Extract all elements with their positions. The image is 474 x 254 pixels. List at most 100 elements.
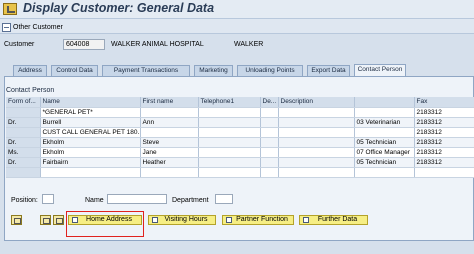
table-cell[interactable]: 07 Office Manager — [354, 147, 415, 158]
table-cell[interactable] — [260, 117, 279, 128]
table-row[interactable]: *GENERAL PET* 2183312 — [6, 107, 474, 118]
table-cell[interactable]: Fairbairn — [40, 157, 141, 168]
table-cell[interactable]: 2183312 — [414, 147, 474, 158]
tab-contact-person[interactable]: Contact Person — [354, 64, 406, 76]
tab-marketing[interactable]: Marketing — [194, 65, 233, 76]
department-input[interactable] — [215, 194, 233, 204]
table-cell[interactable]: 05 Technician — [354, 137, 415, 148]
table-cell[interactable]: Dr. — [6, 117, 41, 128]
table-cell[interactable]: Ms. — [6, 147, 41, 158]
table-cell[interactable] — [278, 157, 355, 168]
partner-function-button[interactable]: Partner Function — [222, 215, 294, 225]
table-row[interactable]: Dr. Ekholm Steve 05 Technician 2183312 — [6, 137, 474, 148]
table-cell[interactable] — [6, 107, 41, 118]
visiting-hours-label: Visiting Hours — [164, 216, 208, 223]
table-cell[interactable] — [6, 167, 41, 178]
table-cell[interactable]: Dr. — [6, 137, 41, 148]
table-cell[interactable]: Dr. — [6, 157, 41, 168]
deselect-all-icon[interactable] — [53, 215, 64, 225]
table-cell[interactable] — [354, 107, 415, 118]
table-cell[interactable] — [6, 127, 41, 138]
column-header[interactable]: Telephone1 — [198, 97, 261, 108]
table-cell[interactable]: *GENERAL PET* — [40, 107, 141, 118]
customer-id-field[interactable]: 604008 — [63, 39, 105, 50]
table-cell[interactable] — [260, 167, 279, 178]
contact-person-table: Form of... Name First name Telephone1 De… — [6, 97, 474, 178]
select-all-icon[interactable] — [40, 215, 51, 225]
visiting-hours-button[interactable]: Visiting Hours — [148, 215, 216, 225]
table-cell[interactable]: 2183312 — [414, 127, 474, 138]
table-settings-icon[interactable] — [11, 215, 22, 225]
column-header[interactable]: Fax — [414, 97, 474, 108]
table-cell[interactable]: CUST CALL GENERAL PET 180... — [40, 127, 141, 138]
table-cell[interactable]: Steve — [140, 137, 199, 148]
table-row[interactable] — [6, 167, 474, 178]
tab-unloading-points[interactable]: Unloading Points — [237, 65, 303, 76]
tab-control-data[interactable]: Control Data — [51, 65, 98, 76]
table-cell[interactable] — [278, 127, 355, 138]
table-cell[interactable] — [198, 167, 261, 178]
table-cell[interactable]: Heather — [140, 157, 199, 168]
table-cell[interactable] — [354, 167, 415, 178]
table-cell[interactable] — [354, 127, 415, 138]
table-cell[interactable] — [198, 127, 261, 138]
table-cell[interactable] — [260, 147, 279, 158]
tab-address[interactable]: Address — [13, 65, 47, 76]
column-header[interactable]: First name — [140, 97, 199, 108]
table-cell[interactable]: Ann — [140, 117, 199, 128]
table-cell[interactable]: 2183312 — [414, 137, 474, 148]
name-input[interactable] — [107, 194, 167, 204]
table-cell[interactable]: Jane — [140, 147, 199, 158]
table-cell[interactable] — [140, 127, 199, 138]
position-input[interactable] — [42, 194, 54, 204]
column-header[interactable]: Description — [278, 97, 355, 108]
table-cell[interactable]: Burrell — [40, 117, 141, 128]
table-cell[interactable] — [40, 167, 141, 178]
table-cell[interactable]: 2183312 — [414, 157, 474, 168]
further-data-button[interactable]: Further Data — [299, 215, 368, 225]
table-header-row: Form of... Name First name Telephone1 De… — [6, 97, 474, 108]
customer-search-term: WALKER — [234, 41, 264, 48]
page-title: Display Customer: General Data — [23, 1, 215, 15]
table-cell[interactable]: 2183312 — [414, 107, 474, 118]
table-cell[interactable]: Ekholm — [40, 137, 141, 148]
other-customer-label: Other Customer — [13, 23, 63, 31]
table-cell[interactable] — [414, 167, 474, 178]
table-cell[interactable] — [278, 147, 355, 158]
table-cell[interactable] — [260, 107, 279, 118]
tab-payment-transactions[interactable]: Payment Transactions — [102, 65, 190, 76]
table-cell[interactable]: 2183312 — [414, 117, 474, 128]
column-header[interactable] — [354, 97, 415, 108]
table-cell[interactable] — [278, 167, 355, 178]
contact-person-section-title: Contact Person — [6, 87, 55, 94]
customer-label: Customer — [4, 41, 35, 48]
table-cell[interactable] — [278, 117, 355, 128]
other-customer-button[interactable]: Other Customer — [2, 21, 63, 33]
table-row[interactable]: CUST CALL GENERAL PET 180... 2183312 — [6, 127, 474, 138]
table-cell[interactable] — [260, 137, 279, 148]
table-cell[interactable] — [140, 167, 199, 178]
table-row[interactable]: Dr. Burrell Ann 03 Veterinarian 2183312 — [6, 117, 474, 128]
table-cell[interactable] — [198, 107, 261, 118]
tab-export-data[interactable]: Export Data — [307, 65, 350, 76]
column-header[interactable]: Form of... — [6, 97, 41, 108]
column-header[interactable]: De... — [260, 97, 279, 108]
table-cell[interactable] — [278, 107, 355, 118]
table-cell[interactable]: 05 Technician — [354, 157, 415, 168]
table-cell[interactable] — [260, 157, 279, 168]
table-row[interactable]: Ms. Ekholm Jane 07 Office Manager 218331… — [6, 147, 474, 158]
table-cell[interactable]: 03 Veterinarian — [354, 117, 415, 128]
position-label: Position: — [11, 197, 38, 204]
title-bar: Display Customer: General Data — [0, 0, 474, 19]
table-cell[interactable] — [198, 137, 261, 148]
column-header[interactable]: Name — [40, 97, 141, 108]
table-cell[interactable]: Ekholm — [40, 147, 141, 158]
other-customer-icon — [2, 22, 11, 32]
table-cell[interactable] — [198, 147, 261, 158]
table-row[interactable]: Dr. Fairbairn Heather 05 Technician 2183… — [6, 157, 474, 168]
table-cell[interactable] — [260, 127, 279, 138]
table-cell[interactable] — [140, 107, 199, 118]
table-cell[interactable] — [278, 137, 355, 148]
table-cell[interactable] — [198, 117, 261, 128]
table-cell[interactable] — [198, 157, 261, 168]
